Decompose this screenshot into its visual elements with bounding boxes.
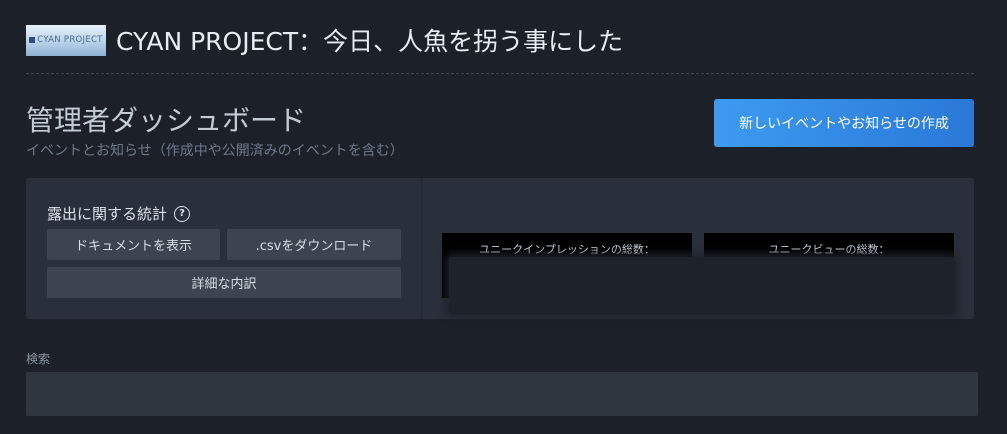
- help-icon[interactable]: ?: [174, 205, 191, 222]
- create-event-button[interactable]: 新しいイベントやお知らせの作成: [714, 99, 974, 147]
- divider: [26, 73, 974, 74]
- search-input[interactable]: [26, 372, 978, 416]
- page-title: CYAN PROJECT：今日、人魚を拐う事にした: [116, 27, 624, 56]
- app-logo: CYAN PROJECT: [26, 24, 106, 56]
- view-docs-button[interactable]: ドキュメントを表示: [47, 229, 220, 260]
- logo-text: CYAN PROJECT: [37, 35, 103, 45]
- stats-panel: 露出に関する統計 ? ドキュメントを表示 .csvをダウンロード 詳細な内訳 ユ…: [26, 178, 974, 319]
- unique-views-label: ユニークビューの総数：: [768, 243, 890, 256]
- redacted-overlay: [449, 257, 955, 314]
- dashboard-subtitle: イベントとお知らせ（作成中や公開済みのイベントを含む）: [26, 143, 404, 159]
- unique-impressions-label: ユニークインプレッションの総数：: [479, 243, 655, 256]
- dashboard-title: 管理者ダッシュボード: [26, 104, 307, 137]
- detailed-breakdown-button[interactable]: 詳細な内訳: [47, 267, 401, 298]
- stats-label: 露出に関する統計 ?: [47, 203, 191, 224]
- stats-label-text: 露出に関する統計: [47, 205, 168, 223]
- search-label: 検索: [26, 352, 51, 366]
- header: CYAN PROJECT CYAN PROJECT：今日、人魚を拐う事にした: [26, 20, 974, 60]
- stats-controls: 露出に関する統計 ? ドキュメントを表示 .csvをダウンロード 詳細な内訳: [26, 178, 422, 319]
- download-csv-button[interactable]: .csvをダウンロード: [227, 229, 401, 260]
- logo-icon: [29, 37, 36, 43]
